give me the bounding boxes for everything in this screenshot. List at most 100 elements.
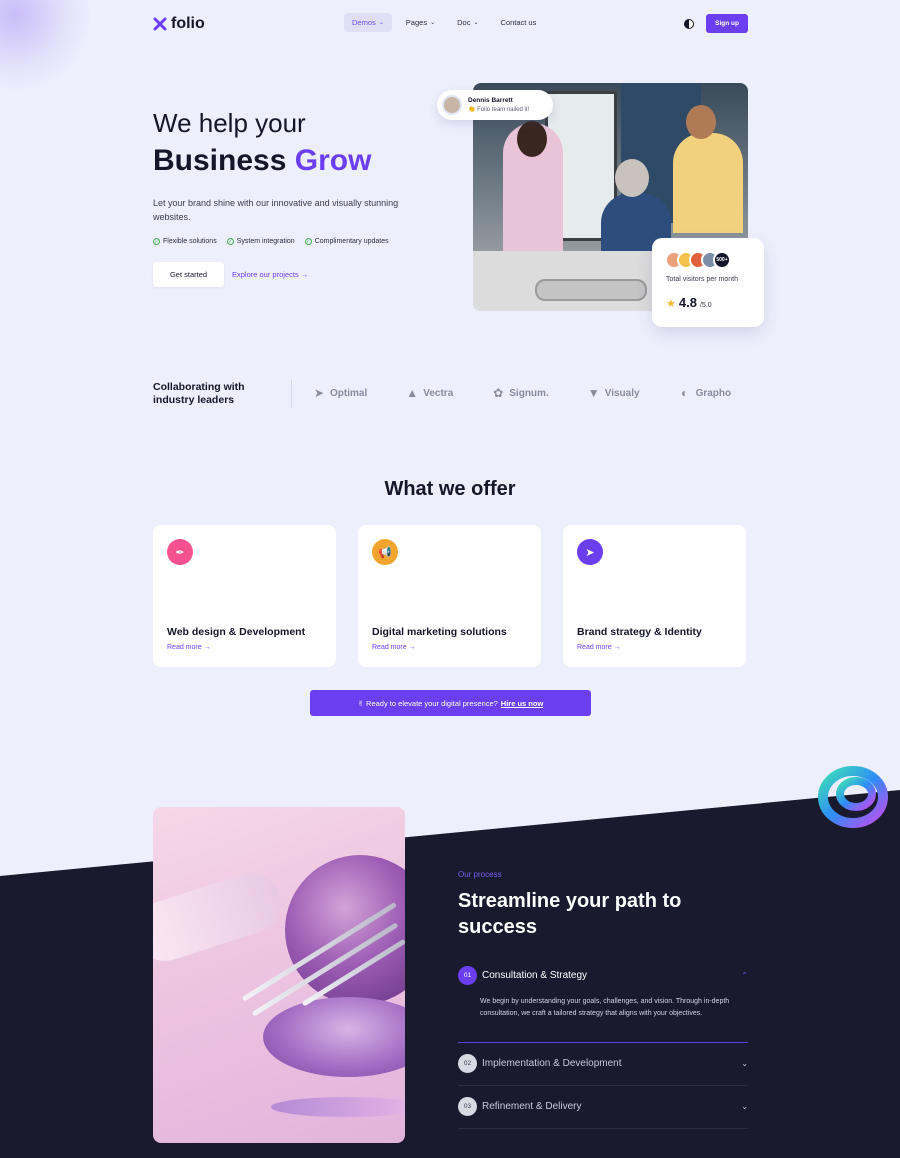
read-more-link[interactable]: Read more →	[577, 644, 621, 651]
explore-projects-link[interactable]: Explore our projects →	[232, 270, 308, 279]
photo-bottle	[535, 279, 647, 301]
nav-actions: Sign up	[684, 14, 748, 33]
menu-item-contact[interactable]: Contact us	[492, 13, 544, 32]
hero-title-line2: Business Grow	[153, 144, 371, 178]
check-item: ✓ Flexible solutions	[153, 238, 217, 245]
process-kicker: Our process	[458, 870, 502, 879]
rings-icon: ◐	[680, 386, 689, 400]
top-nav: folio Demos ⌄ Pages ⌄ Doc ⌄ Contact us Sign…	[153, 13, 748, 34]
partner-logo-visualy: ▼ Visualy	[587, 386, 640, 400]
partner-name: Grapho	[695, 387, 732, 399]
step-body: We begin by understanding your goals, ch…	[480, 998, 730, 1017]
hero-checklist: ✓ Flexible solutions ✓ System integration …	[153, 238, 389, 245]
testimonial-badge: Dennis Barrett 👏 Folio team nailed it!	[437, 90, 553, 120]
card-title: Web design & Development	[167, 626, 306, 638]
rocket-icon: ➤	[577, 539, 603, 565]
pen-tool-icon: ✒	[167, 539, 193, 565]
hero-title-line1: We help your	[153, 108, 306, 138]
divider	[458, 1042, 748, 1043]
process-3d-illustration	[153, 807, 405, 1143]
read-more-link[interactable]: Read more →	[167, 644, 211, 651]
paper-plane-icon: ➤	[313, 386, 325, 400]
main-menu: Demos ⌄ Pages ⌄ Doc ⌄ Contact us	[344, 13, 544, 32]
spiral-3d-icon	[818, 766, 888, 828]
photo-person-hair	[517, 121, 547, 157]
step-title: Consultation & Strategy	[482, 970, 588, 981]
contrast-icon[interactable]	[684, 18, 695, 29]
check-item: ✓ System integration	[226, 238, 295, 245]
service-cards: ✒ Web design & Development Read more → 📢…	[153, 525, 746, 667]
card-title: Brand strategy & Identity	[577, 626, 702, 638]
hero-title-accent: Grow	[294, 144, 372, 177]
visitors-label: Total visitors per month	[666, 276, 738, 283]
hero-subtitle: Let your brand shine with our innovative…	[153, 198, 399, 222]
illustration-swoosh	[153, 865, 289, 969]
menu-label: Contact us	[500, 18, 537, 27]
rating: ★ 4.8 /5.0	[666, 295, 712, 310]
chevron-down-icon: ⌄	[378, 20, 384, 26]
avatar	[442, 95, 462, 115]
check-circle-icon: ✓	[153, 238, 160, 245]
divider	[291, 380, 292, 408]
testimonial-message: 👏 Folio team nailed it!	[468, 107, 530, 113]
avatar-count-badge: 500+	[713, 251, 731, 269]
partner-logo-vectra: ▲ Vectra	[405, 386, 453, 400]
accordion-item-1: 01 Consultation & Strategy ⌃ We begin by…	[458, 966, 748, 1043]
partner-logos: ➤ Optimal ▲ Vectra ✿ Signum. ▼ Visualy ◐ Grap…	[312, 386, 731, 400]
chevron-down-icon: ⌄	[741, 1102, 748, 1111]
process-section-bg	[0, 790, 900, 1158]
partner-name: Signum.	[509, 387, 549, 399]
step-number: 01	[458, 966, 477, 985]
chevron-down-icon: ⌄	[473, 20, 479, 26]
chevron-up-icon: ⌃	[741, 971, 748, 980]
accordion-header[interactable]: 01 Consultation & Strategy ⌃	[458, 966, 748, 985]
service-card-web-design[interactable]: ✒ Web design & Development Read more →	[153, 525, 336, 667]
chevron-down-icon: ⌄	[741, 1059, 748, 1068]
brand-logo[interactable]: folio	[153, 15, 205, 33]
megaphone-icon: 📢	[372, 539, 398, 565]
accordion-header[interactable]: 03 Refinement & Delivery ⌄	[458, 1097, 748, 1116]
menu-item-demos[interactable]: Demos ⌄	[344, 13, 392, 32]
divider	[458, 1128, 748, 1129]
photo-person-hair	[615, 159, 649, 197]
menu-label: Doc	[457, 18, 471, 27]
check-label: System integration	[236, 238, 295, 245]
partner-logo-signum: ✿ Signum.	[491, 386, 548, 400]
step-number: 03	[458, 1097, 477, 1116]
partner-name: Vectra	[423, 387, 454, 399]
accordion-item-3: 03 Refinement & Delivery ⌄	[458, 1097, 748, 1129]
accordion-header[interactable]: 02 Implementation & Development ⌄	[458, 1054, 748, 1073]
accordion-item-2: 02 Implementation & Development ⌄	[458, 1054, 748, 1086]
cubes-icon: ▲	[406, 386, 419, 400]
partner-name: Visualy	[604, 387, 640, 399]
read-more-link[interactable]: Read more →	[372, 644, 416, 651]
folio-logo-icon	[153, 17, 167, 31]
partner-logo-grapho: ◐ Grapho	[678, 386, 732, 400]
star-icon: ★	[666, 298, 676, 310]
card-title: Digital marketing solutions	[372, 626, 507, 638]
brand-name: folio	[171, 15, 205, 32]
service-card-digital-marketing[interactable]: 📢 Digital marketing solutions Read more …	[358, 525, 541, 667]
service-card-brand-strategy[interactable]: ➤ Brand strategy & Identity Read more →	[563, 525, 746, 667]
testimonial-name: Dennis Barrett	[468, 97, 513, 104]
step-title: Refinement & Delivery	[482, 1101, 582, 1112]
partner-name: Optimal	[330, 387, 368, 399]
menu-label: Pages	[405, 18, 428, 27]
offer-title: What we offer	[384, 478, 516, 500]
step-number: 02	[458, 1054, 477, 1073]
hire-us-link[interactable]: Hire us now	[501, 699, 544, 708]
partner-logo-optimal: ➤ Optimal	[312, 386, 367, 400]
visitors-card: 500+ Total visitors per month ★ 4.8 /5.0	[652, 238, 764, 327]
menu-item-pages[interactable]: Pages ⌄	[398, 13, 443, 32]
rating-max: /5.0	[699, 302, 712, 309]
avatar-group: 500+	[665, 251, 731, 269]
menu-item-doc[interactable]: Doc ⌄	[449, 13, 486, 32]
get-started-button[interactable]: Get started	[153, 262, 224, 287]
check-item: ✓ Complimentary updates	[304, 238, 389, 245]
signup-button[interactable]: Sign up	[706, 14, 748, 33]
chevron-down-icon: ⌄	[430, 20, 436, 26]
check-circle-icon: ✓	[304, 238, 312, 245]
decorative-blob	[0, 0, 90, 90]
menu-label: Demos	[352, 18, 376, 27]
hero-title-plain: Business	[153, 144, 287, 177]
